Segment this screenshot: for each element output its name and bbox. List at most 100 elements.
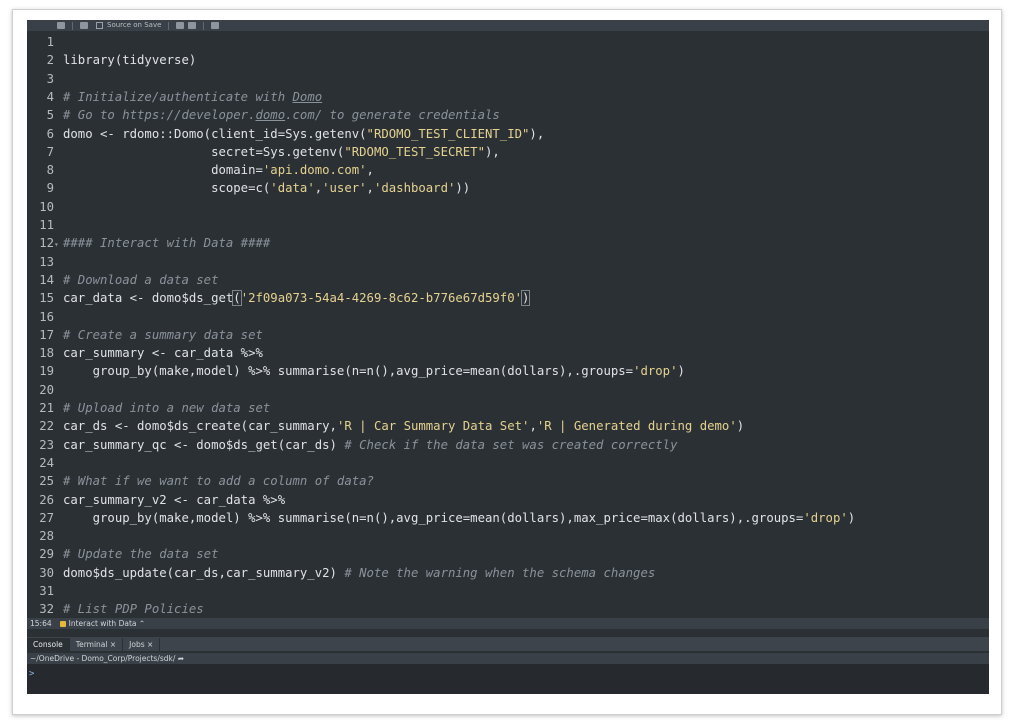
code-line[interactable]: 32 # List PDP Policies <box>27 600 989 618</box>
search-icon[interactable] <box>176 22 185 29</box>
code-token: , <box>366 163 374 178</box>
code-line[interactable]: 20 <box>27 381 989 399</box>
chevron-down-icon: ⌃ <box>136 619 146 628</box>
code-token: , <box>366 181 374 196</box>
line-number: 11 <box>39 218 54 232</box>
line-number: 2 <box>46 53 54 68</box>
line-number: 28 <box>39 529 54 544</box>
code-token: 'dashboard' <box>373 181 456 196</box>
code-line[interactable]: 7 secret=Sys.getenv("RDOMO_TEST_SECRET")… <box>27 143 989 161</box>
code-line[interactable]: 17 # Create a summary data set <box>27 326 989 344</box>
code-token: )) <box>455 181 471 196</box>
code-text: # List PDP Policies <box>63 600 204 618</box>
console-pane[interactable]: > <box>27 664 989 694</box>
source-on-save-checkbox[interactable] <box>96 22 103 29</box>
code-token: # Update the data set <box>63 547 219 562</box>
code-token: car_data <- domo$ds_get <box>63 291 234 306</box>
code-token: "RDOMO_TEST_CLIENT_ID" <box>366 126 530 141</box>
code-token: car_summary_v2 <- car_data %>% <box>63 492 286 507</box>
code-line[interactable]: 15 car_data <- domo$ds_get('2f09a073-54a4… <box>27 289 989 307</box>
line-number: 14 <box>39 272 54 287</box>
code-text: #### Interact with Data #### <box>63 234 270 252</box>
code-text: scope=c('data','user','dashboard')) <box>63 179 470 197</box>
pane-tabs: Console Terminal × Jobs × <box>27 637 989 651</box>
code-line[interactable]: 16 <box>27 308 989 326</box>
code-text: # What if we want to add a column of dat… <box>63 472 374 490</box>
line-number: 1 <box>46 35 54 49</box>
line-number: 15 <box>39 291 54 306</box>
code-text: car_summary_qc <- domo$ds_get(car_ds) # … <box>63 436 677 454</box>
code-line[interactable]: 13 <box>27 253 989 271</box>
code-token: "RDOMO_TEST_SECRET" <box>344 144 485 159</box>
code-line[interactable]: 23 car_summary_qc <- domo$ds_get(car_ds) … <box>27 436 989 454</box>
save-icon[interactable] <box>80 22 88 29</box>
code-token: '2f09a073-54a4-4269-8c62-b776e67d59f0' <box>240 291 523 306</box>
line-number: 32 <box>39 602 54 617</box>
code-token: domo <box>255 108 286 123</box>
compile-report-icon[interactable] <box>211 22 220 29</box>
code-line[interactable]: 29 # Update the data set <box>27 545 989 563</box>
code-line[interactable]: 3 <box>27 70 989 88</box>
code-editor[interactable]: 1 2 library(tidyverse) 3 4 # Initialize/authe… <box>27 31 989 631</box>
code-line[interactable]: 14 # Download a data set <box>27 271 989 289</box>
code-token: # What if we want to add a column of dat… <box>63 474 374 489</box>
code-text: domo <- rdomo::Domo(client_id=Sys.getenv… <box>63 125 544 143</box>
go-to-directory-icon[interactable]: ➦ <box>178 654 184 663</box>
fold-toggle-icon[interactable]: ▾ <box>54 236 63 254</box>
code-text: domain='api.domo.com', <box>63 161 374 179</box>
code-token: group_by(make,model) %>% summarise(n=n()… <box>63 364 634 379</box>
magic-wand-icon[interactable] <box>188 22 197 29</box>
line-number: 9 <box>46 181 54 196</box>
line-number: 20 <box>39 382 54 397</box>
code-token: # Download a data set <box>63 272 219 287</box>
code-token: 'data' <box>270 181 315 196</box>
toolbar-separator <box>203 21 205 30</box>
code-line[interactable]: 8 domain='api.domo.com', <box>27 161 989 179</box>
line-number: 10 <box>39 199 54 214</box>
code-line[interactable]: 2 library(tidyverse) <box>27 51 989 69</box>
tab-jobs[interactable]: Jobs × <box>123 638 161 651</box>
back-arrow-icon[interactable] <box>57 22 65 29</box>
code-line[interactable]: 11 <box>27 216 989 234</box>
code-line[interactable]: 28 <box>27 527 989 545</box>
rstudio-window: Source on Save 1 2 library(tidyverse) 3 4 # I… <box>27 20 989 694</box>
editor-status-bar: 15:64 Interact with Data ⌃ <box>27 618 989 629</box>
code-text: car_summary <- car_data %>% <box>63 344 263 362</box>
code-line[interactable]: 1 <box>27 33 989 51</box>
code-text: car_data <- domo$ds_get('2f09a073-54a4-4… <box>63 289 531 307</box>
code-line[interactable]: 19 group_by(make,model) %>% summarise(n=… <box>27 362 989 380</box>
code-token: scope=c( <box>63 181 271 196</box>
code-text: # Go to https://developer.domo.com/ to g… <box>63 106 500 124</box>
code-line[interactable]: 30 domo$ds_update(car_ds,car_summary_v2) … <box>27 564 989 582</box>
code-line[interactable]: 9 scope=c('data','user','dashboard')) <box>27 179 989 197</box>
code-line[interactable]: 31 <box>27 582 989 600</box>
code-token: ) <box>677 364 685 379</box>
code-token: # Check if the data set was created corr… <box>344 437 678 452</box>
code-text: group_by(make,model) %>% summarise(n=n()… <box>63 362 685 380</box>
section-navigator[interactable]: Interact with Data ⌃ <box>59 619 146 628</box>
code-token: domo$ds_update(car_ds,car_summary_v2) <box>63 565 345 580</box>
line-number: 17 <box>39 327 54 342</box>
code-text: # Download a data set <box>63 271 218 289</box>
code-line[interactable]: 6 domo <- rdomo::Domo(client_id=Sys.geten… <box>27 125 989 143</box>
tab-console[interactable]: Console <box>27 638 70 651</box>
code-line[interactable]: 24 <box>27 454 989 472</box>
code-line[interactable]: 10 <box>27 198 989 216</box>
console-prompt: > <box>29 669 35 679</box>
code-token: 'R | Car Summary Data Set' <box>336 419 530 434</box>
code-line[interactable]: 25 # What if we want to add a column of d… <box>27 472 989 490</box>
code-line[interactable]: 27 group_by(make,model) %>% summarise(n=… <box>27 509 989 527</box>
code-text: car_ds <- domo$ds_create(car_summary,'R … <box>63 417 744 435</box>
code-line[interactable]: 12▾ #### Interact with Data #### <box>27 234 989 252</box>
code-line[interactable]: 4 # Initialize/authenticate with Domo <box>27 88 989 106</box>
editor-toolbar: Source on Save <box>27 20 989 31</box>
code-line[interactable]: 5 # Go to https://developer.domo.com/ to … <box>27 106 989 124</box>
code-line[interactable]: 21 # Upload into a new data set <box>27 399 989 417</box>
code-line[interactable]: 18 car_summary <- car_data %>% <box>27 344 989 362</box>
code-token: , <box>314 181 323 196</box>
code-line[interactable]: 22 car_ds <- domo$ds_create(car_summary,'… <box>27 417 989 435</box>
tab-terminal[interactable]: Terminal × <box>70 638 124 651</box>
line-number: 5 <box>46 108 54 123</box>
code-text: secret=Sys.getenv("RDOMO_TEST_SECRET"), <box>63 143 500 161</box>
code-line[interactable]: 26 car_summary_v2 <- car_data %>% <box>27 491 989 509</box>
